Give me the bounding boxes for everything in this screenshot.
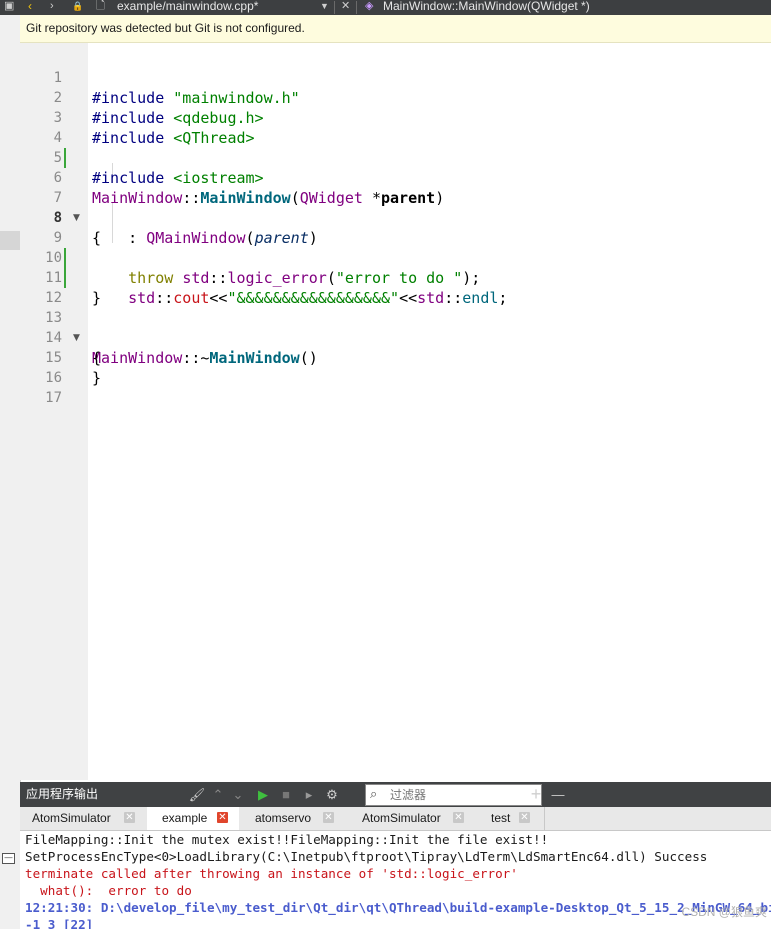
close-icon[interactable]: ✕ (217, 812, 228, 823)
application-output[interactable]: FileMapping::Init the mutex exist!!FileM… (20, 831, 771, 929)
watermark: CSDN @狼鱼爽 (681, 905, 767, 919)
clear-output-icon[interactable]: 🖌 (186, 782, 208, 807)
output-line: FileMapping::Init the mutex exist!!FileM… (25, 832, 549, 847)
code-line: 7 ▼ : QMainWindow(parent) (20, 168, 771, 247)
tab-label: AtomSimulator (362, 811, 441, 825)
code-line: 6 MainWindow::MainWindow(QWidget *parent… (20, 148, 771, 207)
git-notification-bar: Git repository was detected but Git is n… (20, 15, 771, 43)
add-pane-button[interactable]: + (526, 782, 546, 807)
output-line: 12:21:30: D:\develop_file\my_test_dir\Qt… (25, 900, 771, 915)
code-line: 1 #include "mainwindow.h" (20, 48, 771, 107)
code-line: 10 std::cout<<"&&&&&&&&&&&&&&&&&"<<std::… (20, 228, 771, 307)
class-symbol-icon: ◈ (365, 0, 374, 12)
lock-icon: 🔒 (72, 1, 84, 11)
line-number: 17 (45, 390, 62, 406)
code-editor[interactable]: 1 #include "mainwindow.h" 2 #include <qd… (20, 43, 771, 780)
symbol-selector[interactable]: MainWindow::MainWindow(QWidget *) (383, 0, 590, 15)
output-pane-title: 应用程序输出 (26, 787, 99, 801)
forward-icon[interactable]: › (50, 0, 54, 15)
tab-test[interactable]: test ✕ (479, 807, 545, 830)
code-line: 11 } (20, 248, 771, 307)
tab-atomsimulator[interactable]: AtomSimulator ✕ (20, 807, 148, 830)
output-line: what(): error to do (25, 883, 200, 898)
toolbar-divider (356, 1, 357, 14)
cpp-file-icon: 🗋 (96, 0, 105, 12)
tab-atomservo[interactable]: atomservo ✕ (239, 807, 350, 830)
close-icon[interactable]: ✕ (323, 812, 334, 823)
filter-box[interactable]: ⌕ (365, 784, 542, 806)
tab-label: test (491, 811, 511, 825)
search-icon: ⌕ (370, 786, 378, 801)
code-line: 9 throw std::logic_error("error to do ")… (20, 208, 771, 287)
code-line: 13 ▼ MainWindow::~MainWindow() (20, 288, 771, 367)
arrow-down-icon[interactable]: ⌄ (228, 782, 248, 807)
output-line: terminate called after throwing an insta… (25, 866, 518, 881)
code-line: 14 { (20, 308, 771, 367)
tab-label: AtomSimulator (32, 811, 111, 825)
run-icon[interactable]: ▶ (252, 782, 274, 807)
code-line: 16 (20, 348, 771, 386)
close-icon[interactable]: ✕ (519, 812, 530, 823)
code-line: 4 #include <iostream> (20, 108, 771, 187)
code-line: 15 } (20, 328, 771, 387)
chevron-down-icon[interactable]: ▼ (320, 0, 329, 15)
code-line: 12 (20, 268, 771, 306)
gear-icon[interactable]: ⚙ (321, 782, 343, 807)
tab-label: atomservo (255, 811, 312, 825)
output-line: -1 3 [22] (25, 917, 94, 929)
output-tab-bar: AtomSimulator ✕ example ✕ atomservo ✕ At… (20, 807, 771, 831)
toolbar-divider (334, 1, 335, 14)
code-line: 8 { (20, 188, 771, 247)
git-notification-text: Git repository was detected but Git is n… (26, 21, 305, 35)
toolbar-menu-icon[interactable]: ▣ (4, 0, 14, 15)
arrow-up-icon[interactable]: ⌃ (208, 782, 228, 807)
stop-icon[interactable]: ■ (276, 782, 296, 807)
tab-example[interactable]: example ✕ (147, 807, 240, 830)
close-icon[interactable]: ✕ (341, 0, 350, 15)
left-sidebar-strip: — (0, 15, 21, 929)
code-line: 2 #include <qdebug.h> (20, 68, 771, 127)
code-line: 5 (20, 128, 771, 166)
close-icon[interactable]: ✕ (124, 812, 135, 823)
code-line: 17 (20, 368, 771, 406)
output-line: SetProcessEncType<0>LoadLibrary(C:\Inetp… (25, 849, 708, 864)
editor-toolbar: ▣ ‹ › 🔒 🗋 example/mainwindow.cpp* ▼ ✕ ◈ … (0, 0, 771, 15)
remove-pane-button[interactable]: — (548, 782, 568, 807)
attach-debugger-icon[interactable]: ▸ (298, 782, 320, 807)
sidebar-marker (0, 231, 20, 250)
tab-label: example (162, 811, 208, 825)
tab-atomsimulator-2[interactable]: AtomSimulator ✕ (349, 807, 480, 830)
back-icon[interactable]: ‹ (28, 0, 32, 15)
close-icon[interactable]: ✕ (453, 812, 464, 823)
open-file-selector[interactable]: example/mainwindow.cpp* (117, 0, 258, 15)
output-pane-header: 应用程序输出 🖌 ⌃ ⌄ ▶ ■ ▸ ⚙ ⌕ + — (20, 782, 771, 807)
filter-input[interactable] (388, 786, 540, 804)
collapse-icon[interactable]: — (2, 853, 15, 864)
code-line: 3 #include <QThread> (20, 88, 771, 147)
